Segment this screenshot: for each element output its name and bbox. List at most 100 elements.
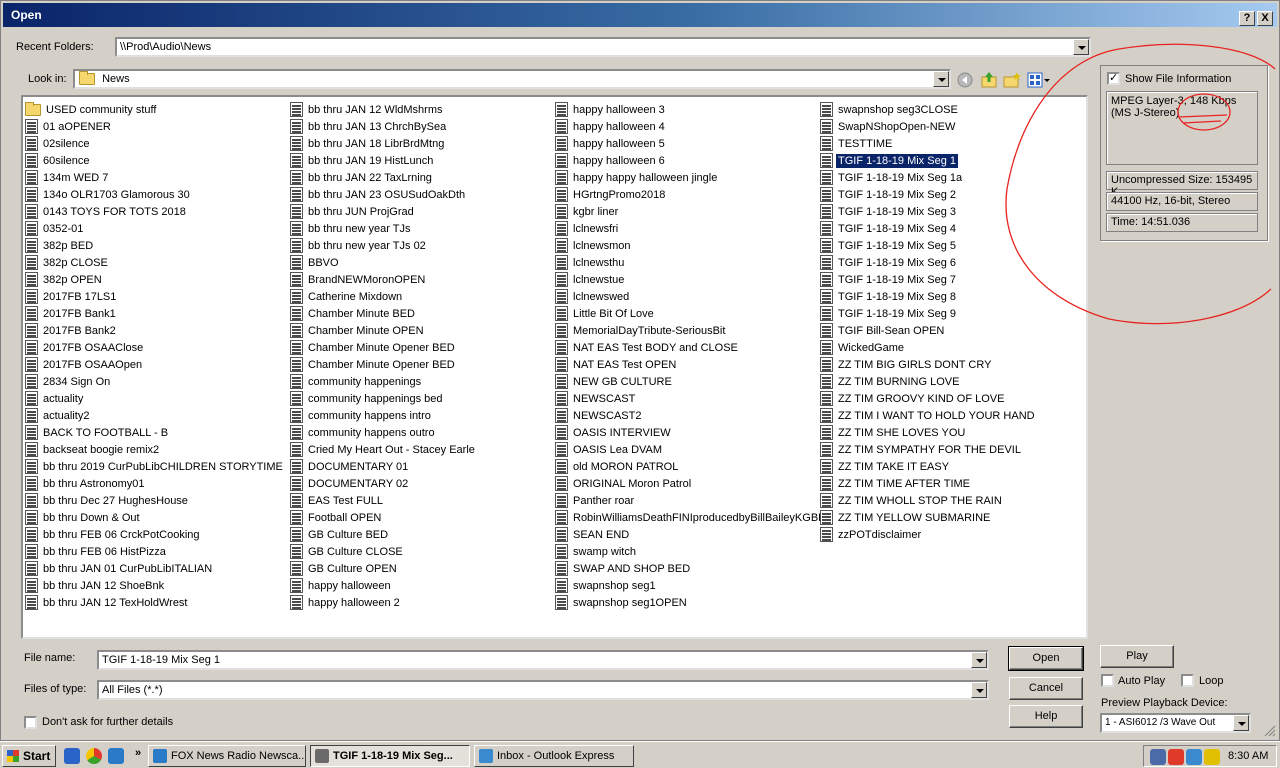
file-list-item[interactable]: happy halloween 6 <box>555 152 828 169</box>
file-list-item[interactable]: ORIGINAL Moron Patrol <box>555 475 828 492</box>
file-list-item[interactable]: bb thru FEB 06 CrckPotCooking <box>25 526 285 543</box>
file-list-item[interactable]: OASIS Lea DVAM <box>555 441 828 458</box>
file-list-item[interactable]: 382p BED <box>25 237 285 254</box>
file-list-item[interactable]: bb thru JAN 22 TaxLrning <box>290 169 477 186</box>
file-list-item[interactable]: NEWSCAST <box>555 390 828 407</box>
file-list-item[interactable]: happy happy halloween jingle <box>555 169 828 186</box>
file-list-item[interactable]: TGIF 1-18-19 Mix Seg 2 <box>820 186 1037 203</box>
file-list-item[interactable]: ZZ TIM GROOVY KIND OF LOVE <box>820 390 1037 407</box>
file-list-item[interactable]: NAT EAS Test OPEN <box>555 356 828 373</box>
file-list-item[interactable]: EAS Test FULL <box>290 492 477 509</box>
file-list-item[interactable]: lclnewstue <box>555 271 828 288</box>
file-list-item[interactable]: TGIF 1-18-19 Mix Seg 9 <box>820 305 1037 322</box>
file-list-item[interactable]: ZZ TIM BIG GIRLS DONT CRY <box>820 356 1037 373</box>
file-list-item[interactable]: OASIS INTERVIEW <box>555 424 828 441</box>
file-list-item[interactable]: ZZ TIM I WANT TO HOLD YOUR HAND <box>820 407 1037 424</box>
quick-launch-more[interactable]: » <box>135 747 141 759</box>
loop-checkbox[interactable] <box>1181 674 1194 687</box>
file-list-item[interactable]: Chamber Minute OPEN <box>290 322 477 339</box>
file-list-item[interactable]: RobinWilliamsDeathFINIproducedbyBillBail… <box>555 509 828 526</box>
file-list-item[interactable]: ZZ TIM SHE LOVES YOU <box>820 424 1037 441</box>
file-list-item[interactable]: community happenings <box>290 373 477 390</box>
tray-app-icon[interactable] <box>1186 749 1202 765</box>
file-list-item[interactable]: 382p OPEN <box>25 271 285 288</box>
task-audio-editor[interactable]: TGIF 1-18-19 Mix Seg... <box>310 745 470 767</box>
file-list-item[interactable]: swapnshop seg1 <box>555 577 828 594</box>
file-list-item[interactable]: GB Culture BED <box>290 526 477 543</box>
file-list-item[interactable]: ZZ TIM BURNING LOVE <box>820 373 1037 390</box>
file-list-item[interactable]: DOCUMENTARY 01 <box>290 458 477 475</box>
file-list-item[interactable]: community happenings bed <box>290 390 477 407</box>
file-list-item[interactable]: Chamber Minute Opener BED <box>290 339 477 356</box>
file-list-item[interactable]: actuality <box>25 390 285 407</box>
up-folder-icon[interactable] <box>980 71 998 89</box>
file-list-item[interactable]: ZZ TIM TAKE IT EASY <box>820 458 1037 475</box>
back-icon[interactable] <box>956 71 974 89</box>
file-list-item[interactable]: 2017FB 17LS1 <box>25 288 285 305</box>
file-list-item[interactable]: TGIF 1-18-19 Mix Seg 7 <box>820 271 1037 288</box>
close-title-button[interactable]: X <box>1257 11 1273 26</box>
file-list-item[interactable]: BrandNEWMoronOPEN <box>290 271 477 288</box>
file-list-item[interactable]: bb thru new year TJs 02 <box>290 237 477 254</box>
file-list-item[interactable]: 2017FB Bank2 <box>25 322 285 339</box>
file-list-item[interactable]: TGIF 1-18-19 Mix Seg 1 <box>820 152 1037 169</box>
file-name-input[interactable]: TGIF 1-18-19 Mix Seg 1 <box>97 650 989 670</box>
view-menu-icon[interactable] <box>1027 71 1051 89</box>
help-button[interactable]: Help <box>1009 705 1083 728</box>
file-list-item[interactable]: WickedGame <box>820 339 1037 356</box>
file-list-item[interactable]: backseat boogie remix2 <box>25 441 285 458</box>
auto-play-checkbox[interactable] <box>1101 674 1114 687</box>
file-list-item[interactable]: bb thru Dec 27 HughesHouse <box>25 492 285 509</box>
file-list-item[interactable]: USED community stuff <box>25 101 285 118</box>
file-list-item[interactable]: 60silence <box>25 152 285 169</box>
file-list-item[interactable]: TGIF 1-18-19 Mix Seg 5 <box>820 237 1037 254</box>
file-list-item[interactable]: MemorialDayTribute-SeriousBit <box>555 322 828 339</box>
file-list-item[interactable]: BACK TO FOOTBALL - B <box>25 424 285 441</box>
file-list-item[interactable]: Cried My Heart Out - Stacey Earle <box>290 441 477 458</box>
file-list-item[interactable]: Chamber Minute Opener BED <box>290 356 477 373</box>
file-list-item[interactable]: Panther roar <box>555 492 828 509</box>
file-list-item[interactable]: old MORON PATROL <box>555 458 828 475</box>
file-list-item[interactable]: happy halloween 3 <box>555 101 828 118</box>
playback-device-select[interactable]: 1 - ASI6012 /3 Wave Out <box>1100 713 1251 733</box>
file-list-item[interactable]: bb thru JAN 01 CurPubLibITALIAN <box>25 560 285 577</box>
file-list-item[interactable]: bb thru JAN 12 TexHoldWrest <box>25 594 285 611</box>
cancel-button[interactable]: Cancel <box>1009 677 1083 700</box>
file-list-item[interactable]: DOCUMENTARY 02 <box>290 475 477 492</box>
new-folder-icon[interactable] <box>1003 71 1021 89</box>
file-list-item[interactable]: 0352-01 <box>25 220 285 237</box>
dont-ask-checkbox[interactable] <box>24 716 37 729</box>
play-button[interactable]: Play <box>1100 645 1174 668</box>
file-list-item[interactable]: ZZ TIM SYMPATHY FOR THE DEVIL <box>820 441 1037 458</box>
file-list-item[interactable]: zzPOTdisclaimer <box>820 526 1037 543</box>
file-list[interactable]: USED community stuff 01 aOPENER 02silence 6… <box>21 95 1088 639</box>
file-list-item[interactable]: bb thru JAN 12 WldMshrms <box>290 101 477 118</box>
file-list-item[interactable]: GB Culture OPEN <box>290 560 477 577</box>
file-list-item[interactable]: TESTTIME <box>820 135 1037 152</box>
chevron-down-icon[interactable] <box>971 682 987 698</box>
file-list-item[interactable]: ZZ TIM TIME AFTER TIME <box>820 475 1037 492</box>
file-list-item[interactable]: happy halloween <box>290 577 477 594</box>
file-list-item[interactable]: bb thru JAN 19 HistLunch <box>290 152 477 169</box>
browser-quick-launch-icon[interactable] <box>108 748 124 764</box>
file-list-item[interactable]: 2017FB OSAAOpen <box>25 356 285 373</box>
file-list-item[interactable]: Football OPEN <box>290 509 477 526</box>
file-list-item[interactable]: TGIF 1-18-19 Mix Seg 6 <box>820 254 1037 271</box>
file-list-item[interactable]: swapnshop seg1OPEN <box>555 594 828 611</box>
file-list-item[interactable]: HGrtngPromo2018 <box>555 186 828 203</box>
file-list-item[interactable]: bb thru Down & Out <box>25 509 285 526</box>
file-list-item[interactable]: 2834 Sign On <box>25 373 285 390</box>
start-button[interactable]: Start <box>2 745 56 767</box>
file-list-item[interactable]: kgbr liner <box>555 203 828 220</box>
file-list-item[interactable]: happy halloween 5 <box>555 135 828 152</box>
file-list-item[interactable]: 382p CLOSE <box>25 254 285 271</box>
alert-icon[interactable] <box>1168 749 1184 765</box>
clock[interactable]: 8:30 AM <box>1228 750 1268 762</box>
file-list-item[interactable]: lclnewsfri <box>555 220 828 237</box>
file-list-item[interactable]: swapnshop seg3CLOSE <box>820 101 1037 118</box>
open-button[interactable]: Open <box>1008 646 1084 671</box>
file-list-item[interactable]: community happens intro <box>290 407 477 424</box>
file-list-item[interactable]: happy halloween 2 <box>290 594 477 611</box>
file-list-item[interactable]: TGIF 1-18-19 Mix Seg 3 <box>820 203 1037 220</box>
file-list-item[interactable]: actuality2 <box>25 407 285 424</box>
